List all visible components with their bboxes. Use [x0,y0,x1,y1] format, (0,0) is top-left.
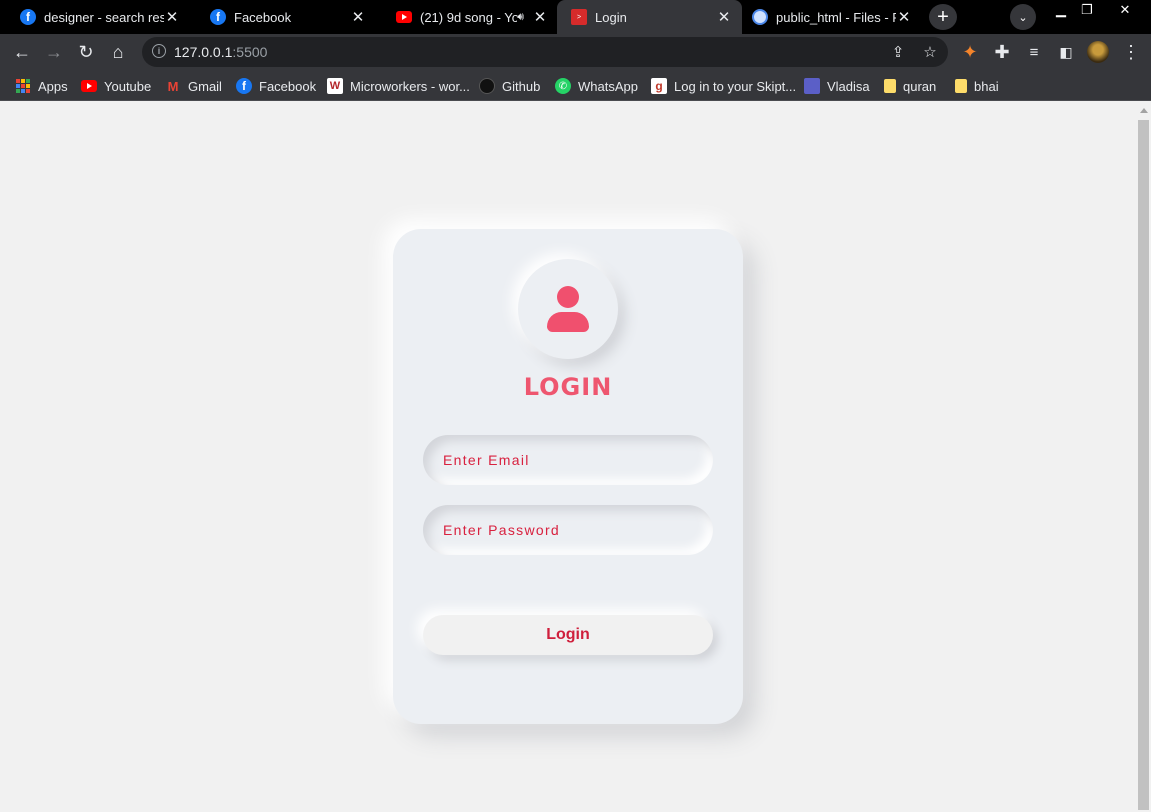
tab-title: public_html - Files - Fi [776,9,896,25]
bookmark-facebook[interactable]: f Facebook [236,76,316,96]
folder-icon [884,79,896,93]
vladisa-icon [804,78,820,94]
password-input[interactable] [423,505,713,555]
close-icon[interactable]: ✕ [716,9,732,26]
media-queue-icon[interactable]: ≡ [1022,40,1046,64]
window-close-button[interactable]: ✕ [1107,0,1143,20]
vertical-scrollbar[interactable] [1136,102,1151,812]
tab-title: (21) 9d song - You [420,9,518,25]
facebook-icon: f [210,9,226,25]
facebook-icon: f [20,9,36,25]
url-host: 127.0.0.1 [174,44,233,60]
new-tab-button[interactable]: + [929,4,957,30]
login-card: LOGIN Login [393,229,743,724]
youtube-icon [396,9,412,25]
bookmark-label: Log in to your Skipt... [674,78,797,94]
bookmark-skiptrace[interactable]: g Log in to your Skipt... [651,76,796,96]
bookmark-folder-quran[interactable]: quran [884,76,936,96]
bookmark-label: Github [502,78,541,94]
close-icon[interactable]: ✕ [532,9,548,26]
extension-icon[interactable]: ✦ [958,40,982,64]
login-heading: LOGIN [523,373,613,401]
close-icon[interactable]: ✕ [896,9,912,26]
globe-icon [752,9,768,25]
home-button[interactable]: ⌂ [106,40,130,64]
bookmark-github[interactable]: Github [479,76,540,96]
browser-tab-strip: f designer - search resul ✕ f Facebook ✕… [0,0,1151,34]
user-icon-body [547,312,589,332]
scrollbar-thumb[interactable] [1138,120,1149,810]
bookmark-label: Facebook [259,78,317,94]
profile-avatar[interactable] [1087,41,1109,63]
bookmark-label: Microworkers - wor... [350,78,470,94]
bookmark-whatsapp[interactable]: ✆ WhatsApp [555,76,638,96]
restore-button[interactable]: ❐ [1069,0,1105,20]
bookmark-microworkers[interactable]: W Microworkers - wor... [327,76,470,96]
address-bar[interactable]: i 127.0.0.1:5500 ⇪ ☆ [142,37,948,67]
url-text[interactable]: 127.0.0.1:5500 [174,44,267,60]
user-avatar-badge [518,259,618,359]
tab-designer-search[interactable]: f designer - search resul ✕ [0,0,190,34]
login-button[interactable]: Login [423,615,713,655]
youtube-icon [81,78,97,94]
tab-search-button[interactable]: ⌄ [1010,4,1036,30]
bookmark-label: quran [903,78,937,94]
bookmark-vladisa[interactable]: Vladisa [804,76,870,96]
whatsapp-icon: ✆ [555,78,571,94]
bookmark-label: Vladisa [827,78,870,94]
reload-button[interactable]: ↻ [74,40,98,64]
tab-youtube-song[interactable]: (21) 9d song - You 🔊︎ ✕ [376,0,558,34]
site-info-icon[interactable]: i [152,44,166,58]
page-viewport: LOGIN Login [0,102,1136,812]
bookmark-label: bhai [974,78,999,94]
skiptrace-icon: g [651,78,667,94]
folder-icon [955,79,967,93]
speaker-icon[interactable]: 🔊︎ [517,11,524,24]
back-button[interactable]: ← [10,40,34,64]
user-icon [557,286,579,308]
microworkers-icon: W [327,78,343,94]
side-panel-icon[interactable]: ◧ [1054,40,1078,64]
bookmark-label: Apps [38,78,68,94]
close-icon[interactable]: ✕ [350,9,366,26]
bookmarks-bar: Apps Youtube M Gmail f Facebook W Microw… [0,70,1151,101]
bookmark-star-icon[interactable]: ☆ [920,42,940,62]
bookmark-folder-bhai[interactable]: bhai [955,76,999,96]
bookmark-label: WhatsApp [578,78,638,94]
bookmark-youtube[interactable]: Youtube [81,76,151,96]
forward-button[interactable]: → [42,40,66,64]
scroll-up-arrow-icon[interactable] [1140,108,1148,113]
share-icon[interactable]: ⇪ [888,42,908,62]
bookmark-label: Gmail [188,78,222,94]
tab-facebook[interactable]: f Facebook ✕ [190,0,376,34]
tab-public-html[interactable]: public_html - Files - Fi ✕ [742,0,922,34]
email-input[interactable] [423,435,713,485]
github-icon [479,78,495,94]
tab-login[interactable]: > Login ✕ [557,0,742,34]
menu-kebab-icon[interactable]: ⋮ [1119,40,1143,64]
close-icon[interactable]: ✕ [164,9,180,26]
tab-title: Facebook [234,9,292,25]
tab-title: Login [595,9,627,25]
gmail-icon: M [167,78,179,94]
login-favicon-icon: > [571,9,587,25]
extensions-puzzle-icon[interactable]: ✚ [990,40,1014,64]
bookmark-gmail[interactable]: M Gmail [165,76,222,96]
url-port: :5500 [232,44,268,60]
browser-toolbar: ← → ↻ ⌂ i 127.0.0.1:5500 ⇪ ☆ ✦ ✚ ≡ ◧ ⋮ [0,34,1151,70]
bookmark-apps[interactable]: Apps [15,76,68,96]
facebook-icon: f [236,78,252,94]
tab-title: designer - search resul [44,9,164,25]
bookmark-label: Youtube [104,78,152,94]
apps-grid-icon [15,78,31,94]
